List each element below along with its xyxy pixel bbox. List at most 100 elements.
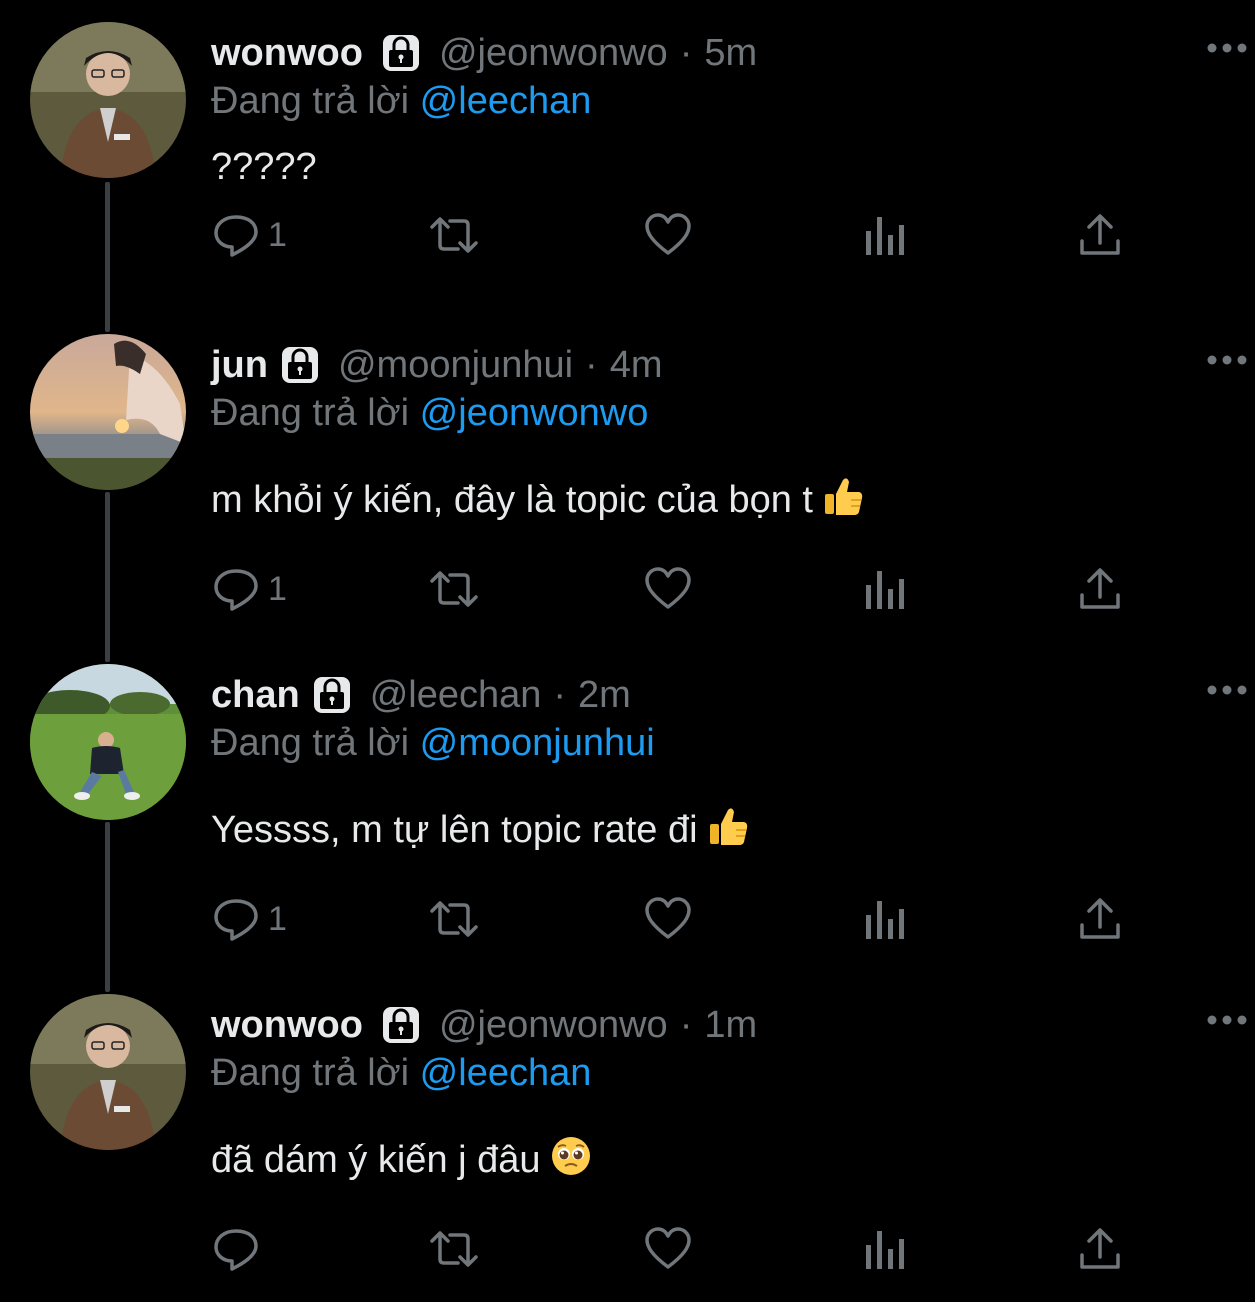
reply-icon: [214, 569, 258, 611]
reply-button[interactable]: 1: [212, 894, 287, 944]
avatar[interactable]: [30, 664, 186, 820]
share-button[interactable]: [1076, 210, 1124, 260]
user-handle[interactable]: @jeonwonwo: [439, 32, 668, 75]
lock-icon: [381, 1005, 421, 1045]
tweet-header: wonwoo @jeonwonwo · 5m: [211, 30, 757, 76]
analytics-button[interactable]: [862, 210, 910, 260]
tweet-header: jun @moonjunhui · 4m: [211, 342, 663, 388]
tweet-actions: 1: [0, 564, 1255, 624]
reply-button[interactable]: 1: [212, 210, 287, 260]
share-icon: [1080, 214, 1120, 255]
timestamp[interactable]: 1m: [704, 1004, 757, 1047]
display-name[interactable]: wonwoo: [211, 32, 363, 75]
reply-count: 1: [268, 569, 287, 608]
share-icon: [1080, 568, 1120, 609]
tweet-text: ?????: [211, 146, 317, 189]
avatar[interactable]: [30, 994, 186, 1150]
tweet-actions: 1: [0, 210, 1255, 270]
reply-count: 1: [268, 215, 287, 254]
tweet-text-content: ?????: [211, 146, 317, 188]
avatar[interactable]: [30, 22, 186, 178]
share-button[interactable]: [1076, 1224, 1124, 1274]
tweet-text: Yessss, m tự lên topic rate đi: [211, 804, 750, 852]
retweet-icon: [430, 901, 478, 937]
replying-to: Đang trả lời @leechan: [211, 1052, 591, 1095]
separator-dot: ·: [553, 673, 567, 716]
heart-icon: [645, 897, 691, 939]
avatar[interactable]: [30, 334, 186, 490]
lock-icon: [381, 33, 421, 73]
tweet-actions: [0, 1224, 1255, 1284]
analytics-button[interactable]: [862, 1224, 910, 1274]
display-name[interactable]: chan: [211, 674, 300, 717]
grass-park-avatar-image: [30, 664, 186, 820]
more-options-icon[interactable]: [1205, 40, 1249, 56]
analytics-icon: [866, 571, 904, 609]
analytics-icon: [866, 901, 904, 939]
reply-button[interactable]: 1: [212, 564, 287, 614]
like-button[interactable]: [644, 1224, 692, 1274]
like-button[interactable]: [644, 894, 692, 944]
like-button[interactable]: [644, 210, 692, 260]
replying-to: Đang trả lời @jeonwonwo: [211, 392, 648, 435]
reply-to-handle[interactable]: @jeonwonwo: [420, 392, 649, 434]
display-name[interactable]: wonwoo: [211, 1004, 363, 1047]
heart-icon: [645, 213, 691, 255]
tweet-text: đã dám ý kiến j đâu: [211, 1134, 593, 1182]
reply-count: 1: [268, 899, 287, 938]
tweet[interactable]: chan @leechan · 2m Đang trả lời @moonjun…: [0, 642, 1255, 972]
timestamp[interactable]: 4m: [610, 344, 663, 387]
replying-label: Đang trả lời: [211, 392, 410, 434]
replying-label: Đang trả lời: [211, 722, 410, 764]
tweet[interactable]: wonwoo @jeonwonwo · 1m Đang trả lời @lee…: [0, 972, 1255, 1302]
more-options-icon[interactable]: [1205, 352, 1249, 368]
analytics-button[interactable]: [862, 894, 910, 944]
user-handle[interactable]: @leechan: [370, 674, 542, 717]
like-button[interactable]: [644, 564, 692, 614]
reply-icon: [214, 215, 258, 257]
retweet-icon: [430, 1231, 478, 1267]
thumbs-up-emoji: [706, 804, 750, 848]
reply-to-handle[interactable]: @moonjunhui: [420, 722, 655, 764]
separator-dot: ·: [679, 31, 693, 74]
retweet-button[interactable]: [426, 210, 482, 260]
separator-dot: ·: [679, 1003, 693, 1046]
user-handle[interactable]: @moonjunhui: [338, 344, 573, 387]
wonwoo-avatar-image: [30, 22, 186, 178]
replying-to: Đang trả lời @leechan: [211, 80, 591, 123]
wonwoo-avatar-image: [30, 994, 186, 1150]
lock-icon: [312, 675, 352, 715]
replying-to: Đang trả lời @moonjunhui: [211, 722, 655, 765]
reply-button[interactable]: [212, 1224, 268, 1274]
share-button[interactable]: [1076, 894, 1124, 944]
heart-icon: [645, 1227, 691, 1269]
analytics-icon: [866, 217, 904, 255]
retweet-button[interactable]: [426, 894, 482, 944]
heart-icon: [645, 567, 691, 609]
replying-label: Đang trả lời: [211, 1052, 410, 1094]
separator-dot: ·: [585, 343, 598, 386]
thumbs-up-emoji: [821, 474, 865, 518]
retweet-icon: [430, 571, 478, 607]
tweet-header: chan @leechan · 2m: [211, 672, 631, 718]
share-button[interactable]: [1076, 564, 1124, 614]
retweet-button[interactable]: [426, 564, 482, 614]
timestamp[interactable]: 5m: [704, 32, 757, 75]
timestamp[interactable]: 2m: [578, 674, 631, 717]
tweet-text: m khỏi ý kiến, đây là topic của bọn t: [211, 474, 865, 522]
display-name[interactable]: jun: [211, 344, 268, 387]
tweet[interactable]: wonwoo @jeonwonwo · 5m Đang trả lời @lee…: [0, 0, 1255, 330]
user-handle[interactable]: @jeonwonwo: [439, 1004, 668, 1047]
tweet-text-content: đã dám ý kiến j đâu: [211, 1139, 541, 1181]
analytics-button[interactable]: [862, 564, 910, 614]
more-options-icon[interactable]: [1205, 682, 1249, 698]
share-icon: [1080, 898, 1120, 939]
replying-label: Đang trả lời: [211, 80, 410, 122]
analytics-icon: [866, 1231, 904, 1269]
tweet[interactable]: jun @moonjunhui · 4m Đang trả lời @jeonw…: [0, 312, 1255, 642]
more-options-icon[interactable]: [1205, 1012, 1249, 1028]
reply-to-handle[interactable]: @leechan: [420, 1052, 592, 1094]
tweet-actions: 1: [0, 894, 1255, 954]
reply-to-handle[interactable]: @leechan: [420, 80, 592, 122]
retweet-button[interactable]: [426, 1224, 482, 1274]
